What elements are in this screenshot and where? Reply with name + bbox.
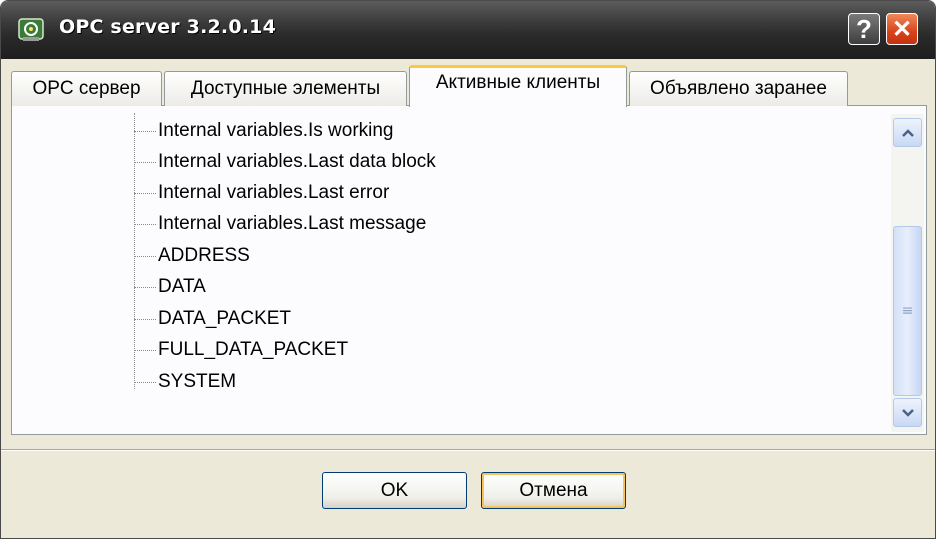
- chevron-up-icon: [901, 128, 914, 137]
- chevron-down-icon: [901, 408, 914, 417]
- tree-item[interactable]: Internal variables.Last message: [134, 209, 426, 239]
- vertical-scrollbar[interactable]: ≡: [891, 114, 924, 432]
- tree-item-label: Internal variables.Last message: [158, 213, 427, 234]
- tab-declared-beforehand[interactable]: Объявлено заранее: [629, 71, 848, 106]
- tree-item[interactable]: SYSTEM: [134, 367, 236, 397]
- close-icon: ✕: [891, 15, 913, 43]
- ok-button[interactable]: OK: [322, 472, 467, 509]
- tree-item[interactable]: Internal variables.Last error: [134, 178, 389, 208]
- scroll-up-button[interactable]: [893, 118, 922, 147]
- scroll-thumb[interactable]: ≡: [893, 226, 922, 396]
- title-bar[interactable]: OPC server 3.2.0.14 ? ✕: [1, 1, 935, 59]
- tree-item[interactable]: DATA_PACKET: [134, 304, 291, 334]
- tree-item[interactable]: Internal variables.Is working: [134, 116, 394, 146]
- window-title: OPC server 3.2.0.14: [59, 16, 277, 38]
- grip-icon: ≡: [901, 303, 914, 319]
- scroll-down-button[interactable]: [893, 398, 922, 427]
- cancel-button[interactable]: Отмена: [481, 472, 626, 509]
- tree-view[interactable]: Internal variables.Is working Internal v…: [13, 113, 887, 431]
- tree-item[interactable]: ADDRESS: [134, 241, 250, 271]
- tree-item-label: Internal variables.Last data block: [158, 151, 436, 172]
- tree-item[interactable]: DATA: [134, 272, 206, 302]
- tree-item-label: Internal variables.Last error: [158, 182, 390, 203]
- tab-available-elements[interactable]: Доступные элементы: [164, 71, 407, 106]
- tree-item[interactable]: Internal variables.Last data block: [134, 147, 436, 177]
- help-button[interactable]: ?: [848, 13, 880, 45]
- tree-item-label: ADDRESS: [158, 245, 250, 266]
- tree-item[interactable]: FULL_DATA_PACKET: [134, 335, 348, 365]
- tree-item-label: DATA_PACKET: [158, 308, 292, 329]
- tree-item-label: FULL_DATA_PACKET: [158, 339, 349, 360]
- tree-item-label: Internal variables.Is working: [158, 120, 394, 141]
- tree-item-label: DATA: [158, 276, 206, 297]
- close-button[interactable]: ✕: [886, 13, 918, 45]
- tab-opc-server[interactable]: OPC сервер: [11, 71, 162, 106]
- tab-active-clients[interactable]: Активные клиенты: [409, 65, 627, 107]
- divider: [1, 449, 935, 451]
- tree-item-label: SYSTEM: [158, 371, 237, 392]
- opc-server-icon: [18, 18, 44, 41]
- dialog-window: OPC server 3.2.0.14 ? ✕ OPC сервер Досту…: [0, 0, 936, 539]
